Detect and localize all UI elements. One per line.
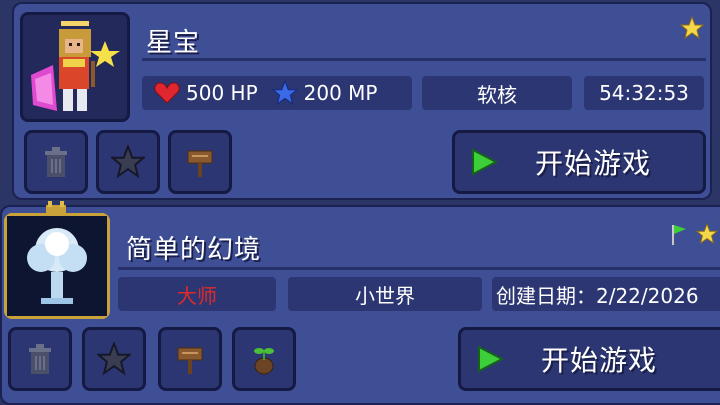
favorite-star-icon[interactable] (680, 16, 704, 40)
character-name: 星宝 (146, 28, 201, 58)
world-created-label: 创建日期：2/22/2026 (496, 283, 699, 308)
trash-icon (45, 147, 67, 177)
favorite-character-button[interactable] (96, 130, 160, 194)
world-created-box: 创建日期：2/22/2026 (492, 277, 720, 311)
hp-value: 500 HP (186, 81, 258, 105)
difficulty-box: 软核 (422, 76, 572, 110)
rename-character-button[interactable] (168, 130, 232, 194)
crown-icon (46, 201, 66, 215)
hp-mp-box: 500 HP 200 MP (142, 76, 412, 110)
name-divider (142, 58, 706, 61)
seed-icon (254, 348, 274, 375)
world-tree-icon (7, 216, 107, 316)
delete-character-button[interactable] (24, 130, 88, 194)
name-divider (118, 267, 720, 270)
rename-world-button[interactable] (158, 327, 222, 391)
star-icon (111, 145, 145, 179)
play-world-label: 开始游戏 (541, 344, 658, 377)
world-card[interactable]: 简单的幻境 大师 小世界 创建日期：2/22/2026 开始游戏 (0, 201, 720, 405)
world-size-box: 小世界 (288, 277, 482, 311)
play-character-label: 开始游戏 (535, 147, 652, 180)
delete-world-button[interactable] (8, 327, 72, 391)
trash-icon (29, 344, 51, 374)
flag-icon[interactable] (668, 223, 690, 247)
favorite-star-icon[interactable] (696, 223, 718, 245)
world-portrait (4, 213, 110, 319)
favorite-world-button[interactable] (82, 327, 146, 391)
heart-icon (154, 82, 180, 104)
world-name: 简单的幻境 (126, 235, 262, 265)
world-difficulty-label: 大师 (177, 283, 217, 308)
character-portrait (20, 12, 130, 122)
world-size-label: 小世界 (355, 283, 415, 308)
play-world-button[interactable]: 开始游戏 (458, 327, 720, 391)
mana-star-icon (271, 80, 298, 106)
world-difficulty-box: 大师 (118, 277, 276, 311)
difficulty-label: 软核 (477, 82, 517, 107)
playtime-label: 54:32:53 (599, 81, 689, 105)
star-icon (97, 342, 131, 376)
sign-icon (187, 150, 213, 177)
mp-value: 200 MP (303, 81, 378, 105)
playtime-box: 54:32:53 (584, 76, 704, 110)
play-icon (472, 148, 499, 176)
character-avatar-icon (31, 21, 120, 111)
character-card[interactable]: 星宝 500 HP 200 MP 软核 54:32:53 开始游戏 (12, 2, 712, 200)
world-seed-button[interactable] (232, 327, 296, 391)
sign-icon (177, 347, 203, 374)
play-icon (478, 345, 505, 373)
play-character-button[interactable]: 开始游戏 (452, 130, 706, 194)
